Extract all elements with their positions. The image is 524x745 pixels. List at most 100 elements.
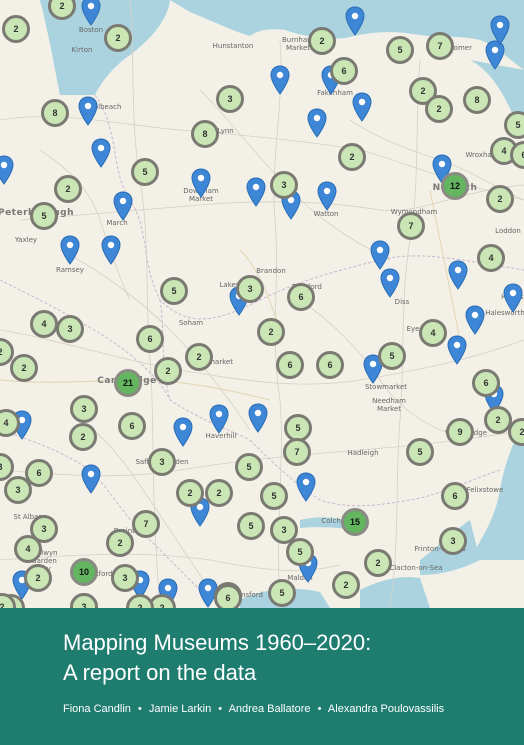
- map-marker-pin-icon[interactable]: [248, 403, 268, 433]
- museum-cluster-marker[interactable]: 5: [160, 277, 188, 305]
- map-marker-pin-icon[interactable]: [81, 464, 101, 494]
- place-label: Hadleigh: [347, 449, 379, 457]
- museum-cluster-marker[interactable]: 5: [406, 438, 434, 466]
- map-marker-pin-icon[interactable]: [447, 335, 467, 365]
- museum-cluster-marker[interactable]: 2: [2, 15, 30, 43]
- museum-cluster-marker[interactable]: 4: [419, 319, 447, 347]
- map-marker-pin-icon[interactable]: [380, 268, 400, 298]
- museum-cluster-marker[interactable]: 2: [69, 423, 97, 451]
- museum-cluster-marker[interactable]: 15: [341, 508, 369, 536]
- museum-cluster-marker[interactable]: 8: [191, 120, 219, 148]
- museum-cluster-marker[interactable]: 2: [185, 343, 213, 371]
- museum-cluster-marker[interactable]: 2: [205, 479, 233, 507]
- museum-cluster-marker[interactable]: 5: [286, 538, 314, 566]
- museum-cluster-marker[interactable]: 5: [386, 36, 414, 64]
- museum-cluster-marker[interactable]: 2: [176, 479, 204, 507]
- map-marker-pin-icon[interactable]: [370, 240, 390, 270]
- museum-cluster-marker[interactable]: 2: [24, 564, 52, 592]
- museum-cluster-marker[interactable]: 2: [54, 175, 82, 203]
- place-label: Yaxley: [14, 236, 38, 244]
- museum-cluster-marker[interactable]: 10: [70, 558, 98, 586]
- author-name: Andrea Ballatore: [228, 703, 311, 715]
- map-marker-pin-icon[interactable]: [465, 305, 485, 335]
- author-list: Fiona Candlin • Jamie Larkin • Andrea Ba…: [63, 703, 444, 715]
- map-marker-pin-icon[interactable]: [191, 168, 211, 198]
- museum-cluster-marker[interactable]: 6: [316, 351, 344, 379]
- museum-cluster-marker[interactable]: 3: [148, 448, 176, 476]
- map-marker-pin-icon[interactable]: [345, 6, 365, 36]
- museum-cluster-marker[interactable]: 2: [154, 357, 182, 385]
- museum-cluster-marker[interactable]: 3: [111, 564, 139, 592]
- museum-cluster-marker[interactable]: 4: [14, 535, 42, 563]
- museum-cluster-marker[interactable]: 5: [378, 342, 406, 370]
- museum-cluster-marker[interactable]: 5: [235, 453, 263, 481]
- museum-cluster-marker[interactable]: 3: [216, 85, 244, 113]
- museum-cluster-marker[interactable]: 2: [338, 143, 366, 171]
- museum-cluster-marker[interactable]: 4: [30, 310, 58, 338]
- museum-cluster-marker[interactable]: 7: [132, 510, 160, 538]
- museum-cluster-marker[interactable]: 9: [446, 418, 474, 446]
- map-marker-pin-icon[interactable]: [0, 155, 14, 185]
- museum-cluster-marker[interactable]: 2: [425, 95, 453, 123]
- museum-cluster-marker[interactable]: 3: [439, 527, 467, 555]
- museum-cluster-marker[interactable]: 2: [257, 318, 285, 346]
- museum-cluster-marker[interactable]: 7: [283, 438, 311, 466]
- map-marker-pin-icon[interactable]: [101, 235, 121, 265]
- map-marker-pin-icon[interactable]: [113, 191, 133, 221]
- museum-cluster-marker[interactable]: 12: [441, 172, 469, 200]
- museum-cluster-marker[interactable]: 4: [477, 244, 505, 272]
- museum-cluster-marker[interactable]: 6: [136, 325, 164, 353]
- map-marker-pin-icon[interactable]: [296, 472, 316, 502]
- map-marker-pin-icon[interactable]: [307, 108, 327, 138]
- author-separator: •: [317, 703, 322, 715]
- map-marker-pin-icon[interactable]: [317, 181, 337, 211]
- museum-cluster-marker[interactable]: 6: [287, 283, 315, 311]
- map-marker-pin-icon[interactable]: [246, 177, 266, 207]
- museum-cluster-marker[interactable]: 5: [504, 111, 524, 139]
- museum-cluster-marker[interactable]: 7: [426, 32, 454, 60]
- museum-cluster-marker[interactable]: 6: [214, 584, 242, 608]
- map-marker-pin-icon[interactable]: [173, 417, 193, 447]
- museum-cluster-marker[interactable]: 5: [260, 482, 288, 510]
- map-marker-pin-icon[interactable]: [352, 92, 372, 122]
- museum-cluster-marker[interactable]: 5: [131, 158, 159, 186]
- map-marker-pin-icon[interactable]: [503, 283, 523, 313]
- map-marker-pin-icon[interactable]: [78, 96, 98, 126]
- museum-cluster-marker[interactable]: 2: [104, 24, 132, 52]
- museum-cluster-marker[interactable]: 6: [441, 482, 469, 510]
- museum-cluster-marker[interactable]: 2: [10, 354, 38, 382]
- map-marker-pin-icon[interactable]: [81, 0, 101, 26]
- museum-cluster-marker[interactable]: 6: [276, 351, 304, 379]
- museum-cluster-marker[interactable]: 3: [56, 315, 84, 343]
- map-view[interactable]: Boston Kirton Hunstanton Burnham Market …: [0, 0, 524, 608]
- map-marker-pin-icon[interactable]: [270, 65, 290, 95]
- map-marker-pin-icon[interactable]: [91, 138, 111, 168]
- museum-cluster-marker[interactable]: 2: [106, 529, 134, 557]
- museum-cluster-marker[interactable]: 2: [486, 185, 514, 213]
- map-marker-pin-icon[interactable]: [209, 404, 229, 434]
- museum-cluster-marker[interactable]: 6: [25, 459, 53, 487]
- museum-cluster-marker[interactable]: 21: [114, 369, 142, 397]
- museum-cluster-marker[interactable]: 2: [332, 571, 360, 599]
- museum-cluster-marker[interactable]: 2: [308, 27, 336, 55]
- museum-cluster-marker[interactable]: 2: [364, 549, 392, 577]
- place-label: Watton: [313, 210, 339, 218]
- museum-cluster-marker[interactable]: 8: [463, 86, 491, 114]
- map-marker-pin-icon[interactable]: [490, 15, 510, 45]
- map-marker-pin-icon[interactable]: [60, 235, 80, 265]
- museum-cluster-marker[interactable]: 5: [237, 512, 265, 540]
- museum-cluster-marker[interactable]: 8: [41, 99, 69, 127]
- place-label: Diss: [394, 298, 410, 306]
- place-label: Needham Market: [372, 397, 406, 413]
- museum-cluster-marker[interactable]: 5: [268, 579, 296, 607]
- museum-cluster-marker[interactable]: 3: [236, 275, 264, 303]
- museum-cluster-marker[interactable]: 3: [70, 395, 98, 423]
- museum-cluster-marker[interactable]: 5: [30, 202, 58, 230]
- museum-cluster-marker[interactable]: 6: [472, 369, 500, 397]
- museum-cluster-marker[interactable]: 6: [330, 57, 358, 85]
- museum-cluster-marker[interactable]: 3: [270, 171, 298, 199]
- museum-cluster-marker[interactable]: 7: [397, 212, 425, 240]
- map-marker-pin-icon[interactable]: [448, 260, 468, 290]
- museum-cluster-marker[interactable]: 6: [118, 412, 146, 440]
- author-separator: •: [137, 703, 142, 715]
